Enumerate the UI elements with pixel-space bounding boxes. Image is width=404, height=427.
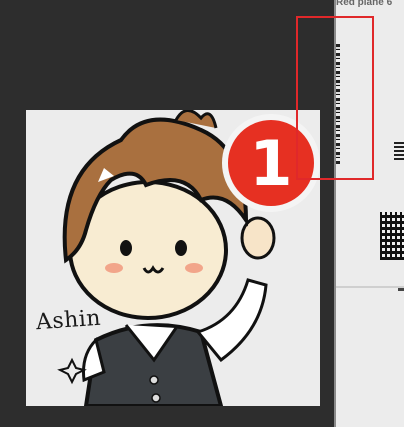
- qr-code-image: [380, 212, 404, 260]
- qr-code-fragment: [394, 140, 404, 160]
- artist-signature: Ashin: [35, 305, 102, 336]
- selection-rectangle[interactable]: [296, 16, 374, 180]
- panel-footer-line: [336, 286, 404, 288]
- panel-title: Red plane 6: [336, 0, 393, 8]
- panel-marker: [398, 288, 404, 291]
